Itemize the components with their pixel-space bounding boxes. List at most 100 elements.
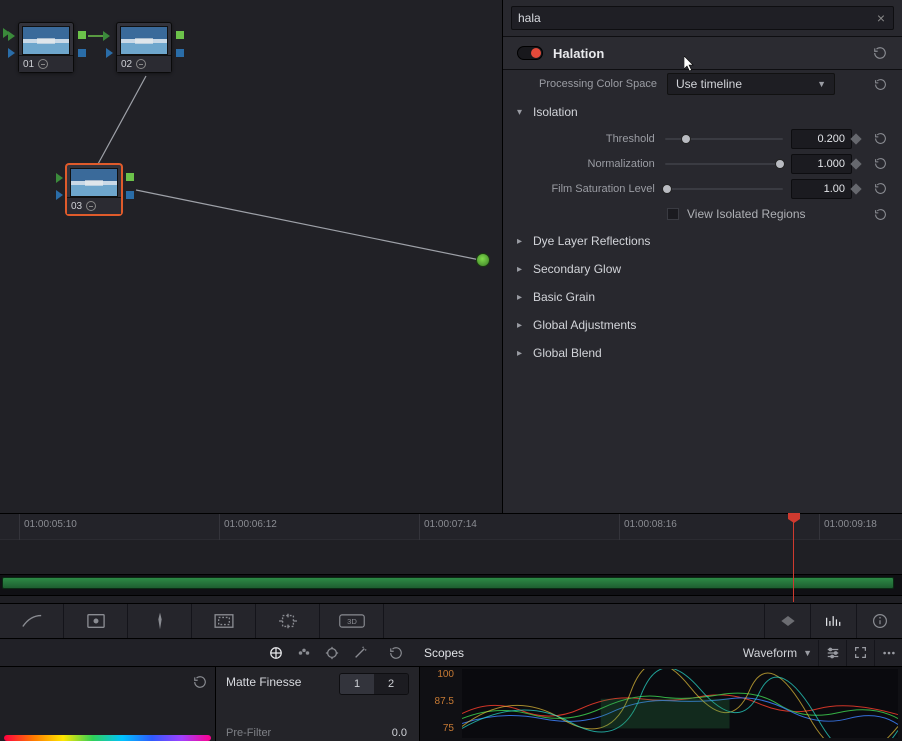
node-01[interactable]: 01 (18, 22, 74, 73)
tool-3d[interactable]: 3D (320, 604, 384, 638)
film-saturation-value[interactable]: 1.00 (791, 179, 852, 199)
node-mask-in-port[interactable] (8, 48, 15, 58)
node-out-port[interactable] (126, 173, 134, 181)
keyframe-icon[interactable] (850, 158, 861, 169)
matte-finesse-panel: Matte Finesse 1 2 Pre-Filter 0.0 (216, 667, 420, 741)
scope-expand-icon[interactable] (846, 640, 874, 666)
node-mask-out-port[interactable] (176, 49, 184, 57)
timeline[interactable]: 01:00:05:10 01:00:06:12 01:00:07:14 01:0… (0, 513, 902, 603)
tool-window[interactable] (192, 604, 256, 638)
chevron-right-icon: ▸ (517, 236, 527, 247)
node-thumbnail (120, 26, 168, 55)
film-saturation-row: Film Saturation Level 1.00 (503, 176, 902, 201)
effect-search-field[interactable]: × (511, 6, 894, 30)
effect-enable-toggle[interactable] (517, 46, 543, 60)
prefilter-label: Pre-Filter (226, 727, 271, 739)
reset-icon[interactable] (872, 156, 888, 172)
threshold-slider[interactable] (665, 132, 783, 146)
section-isolation[interactable]: ▾ Isolation (503, 98, 902, 126)
section-basic-grain[interactable]: ▸Basic Grain (503, 283, 902, 311)
ruler-tick: 01:00:06:12 (219, 514, 220, 540)
node-mask-in-port[interactable] (106, 48, 113, 58)
ruler-tick: 01:00:09:18 (819, 514, 820, 540)
section-global-adjustments[interactable]: ▸ Global Adjustments (503, 311, 902, 339)
node-in-port[interactable] (8, 31, 15, 41)
ruler-tick: 01:00:05:10 (19, 514, 20, 540)
scope-type-value: Waveform (743, 646, 797, 660)
qualifier-mode-3d[interactable] (262, 640, 290, 666)
normalization-slider[interactable] (665, 157, 783, 171)
node-graph[interactable]: 01 02 03 (0, 0, 502, 513)
reset-icon[interactable] (872, 131, 888, 147)
effect-title: Halation (553, 46, 872, 61)
chevron-down-icon: ▼ (817, 79, 826, 89)
node-thumbnail (70, 168, 118, 197)
tool-curves[interactable] (0, 604, 64, 638)
reset-icon[interactable] (872, 206, 888, 222)
chevron-right-icon: ▸ (517, 320, 527, 331)
tool-color-warper[interactable] (64, 604, 128, 638)
tool-scopes[interactable] (810, 604, 856, 638)
section-global-blend[interactable]: ▸Global Blend (503, 339, 902, 367)
section-secondary-glow[interactable]: ▸Secondary Glow (503, 255, 902, 283)
keyframe-icon[interactable] (850, 183, 861, 194)
node-out-port[interactable] (176, 31, 184, 39)
node-mask-out-port[interactable] (78, 49, 86, 57)
waveform-scope[interactable]: 100 87.5 75 (420, 667, 902, 741)
effect-search-row: × (503, 0, 902, 36)
reset-icon[interactable] (872, 76, 888, 92)
chevron-down-icon: ▼ (803, 648, 812, 658)
scope-menu-icon[interactable] (874, 640, 902, 666)
node-03[interactable]: 03 (66, 164, 122, 215)
node-in-port[interactable] (56, 173, 63, 183)
qualifier-mode-hsl[interactable] (290, 640, 318, 666)
node-footer: 03 (67, 197, 121, 214)
node-label: 03 (71, 201, 82, 212)
qualifier-panel[interactable] (0, 667, 216, 741)
chevron-down-icon: ▾ (517, 107, 527, 118)
reset-icon[interactable] (872, 181, 888, 197)
section-title: Global Blend (533, 346, 602, 360)
scope-settings-icon[interactable] (818, 640, 846, 666)
normalization-label: Normalization (517, 158, 665, 170)
node-label: 01 (23, 59, 34, 70)
clear-search-icon[interactable]: × (875, 10, 887, 26)
section-dye-layer[interactable]: ▸Dye Layer Reflections (503, 227, 902, 255)
qualifier-mode-luma[interactable] (318, 640, 346, 666)
tool-info[interactable] (856, 604, 902, 638)
search-input[interactable] (518, 11, 875, 25)
view-isolated-checkbox[interactable] (667, 208, 679, 220)
scope-type-select[interactable]: Waveform ▼ (743, 646, 812, 660)
section-title: Global Adjustments (533, 318, 636, 332)
matte-page-tabs[interactable]: 1 2 (339, 673, 409, 695)
node-mask-in-port[interactable] (56, 190, 63, 200)
reset-icon[interactable] (382, 640, 410, 666)
view-isolated-label: View Isolated Regions (687, 207, 806, 221)
chevron-right-icon: ▸ (517, 264, 527, 275)
film-saturation-slider[interactable] (665, 182, 783, 196)
tool-tracker[interactable] (256, 604, 320, 638)
matte-tab-2[interactable]: 2 (374, 674, 408, 694)
node-02[interactable]: 02 (116, 22, 172, 73)
prefilter-value[interactable]: 0.0 (392, 727, 407, 739)
playhead[interactable] (793, 514, 794, 602)
reset-icon[interactable] (872, 45, 888, 61)
timeline-ruler[interactable]: 01:00:05:10 01:00:06:12 01:00:07:14 01:0… (0, 514, 902, 540)
keyframe-icon[interactable] (850, 133, 861, 144)
normalization-value[interactable]: 1.000 (791, 154, 852, 174)
hue-strip[interactable] (4, 735, 211, 741)
tool-key[interactable] (764, 604, 810, 638)
timeline-track[interactable] (0, 574, 902, 596)
threshold-value[interactable]: 0.200 (791, 129, 852, 149)
film-saturation-label: Film Saturation Level (517, 183, 665, 195)
processing-color-space-select[interactable]: Use timeline ▼ (667, 73, 835, 95)
graph-output-node[interactable] (476, 253, 490, 267)
node-mask-out-port[interactable] (126, 191, 134, 199)
timeline-clip[interactable] (2, 577, 894, 589)
node-out-port[interactable] (78, 31, 86, 39)
qualifier-mode-wand[interactable] (346, 640, 374, 666)
matte-tab-1[interactable]: 1 (340, 674, 374, 694)
tool-qualifier[interactable] (128, 604, 192, 638)
node-in-port[interactable] (103, 31, 110, 41)
reset-icon[interactable] (193, 675, 207, 689)
